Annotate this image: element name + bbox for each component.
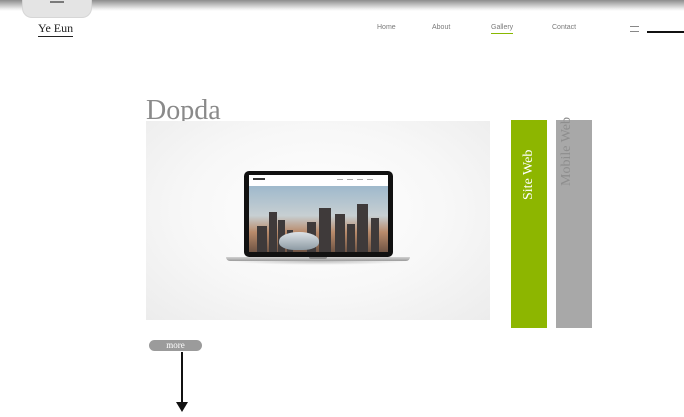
site-logo[interactable]: Ye Eun bbox=[38, 22, 74, 37]
screen-header bbox=[249, 175, 388, 186]
screen-nav-item bbox=[357, 179, 363, 180]
screen-nav-item bbox=[347, 179, 353, 180]
screen-nav-item bbox=[367, 179, 373, 180]
screen-nav-item bbox=[337, 179, 343, 180]
menu-underline bbox=[647, 31, 684, 33]
tab-site-web[interactable]: Site Web bbox=[511, 120, 547, 328]
nav-about[interactable]: About bbox=[432, 24, 450, 31]
more-button[interactable]: more bbox=[149, 340, 202, 351]
down-arrow-head bbox=[176, 402, 188, 412]
grip-icon bbox=[50, 1, 64, 3]
city-skyline-image bbox=[249, 186, 388, 252]
bean-sculpture bbox=[279, 232, 319, 250]
laptop-notch bbox=[309, 257, 327, 259]
tab-mobile-web-label: Mobile Web bbox=[559, 117, 574, 186]
top-pull-tab[interactable] bbox=[22, 0, 92, 18]
down-arrow-icon bbox=[181, 352, 183, 404]
nav-gallery[interactable]: Gallery bbox=[491, 24, 514, 34]
tab-site-web-label: Site Web bbox=[521, 149, 536, 200]
nav-contact[interactable]: Contact bbox=[552, 24, 576, 31]
laptop-screen bbox=[249, 175, 388, 252]
nav-home[interactable]: Home bbox=[377, 24, 396, 31]
top-edge-bar bbox=[0, 0, 684, 11]
menu-icon[interactable] bbox=[630, 26, 639, 32]
screen-logo bbox=[253, 178, 265, 180]
